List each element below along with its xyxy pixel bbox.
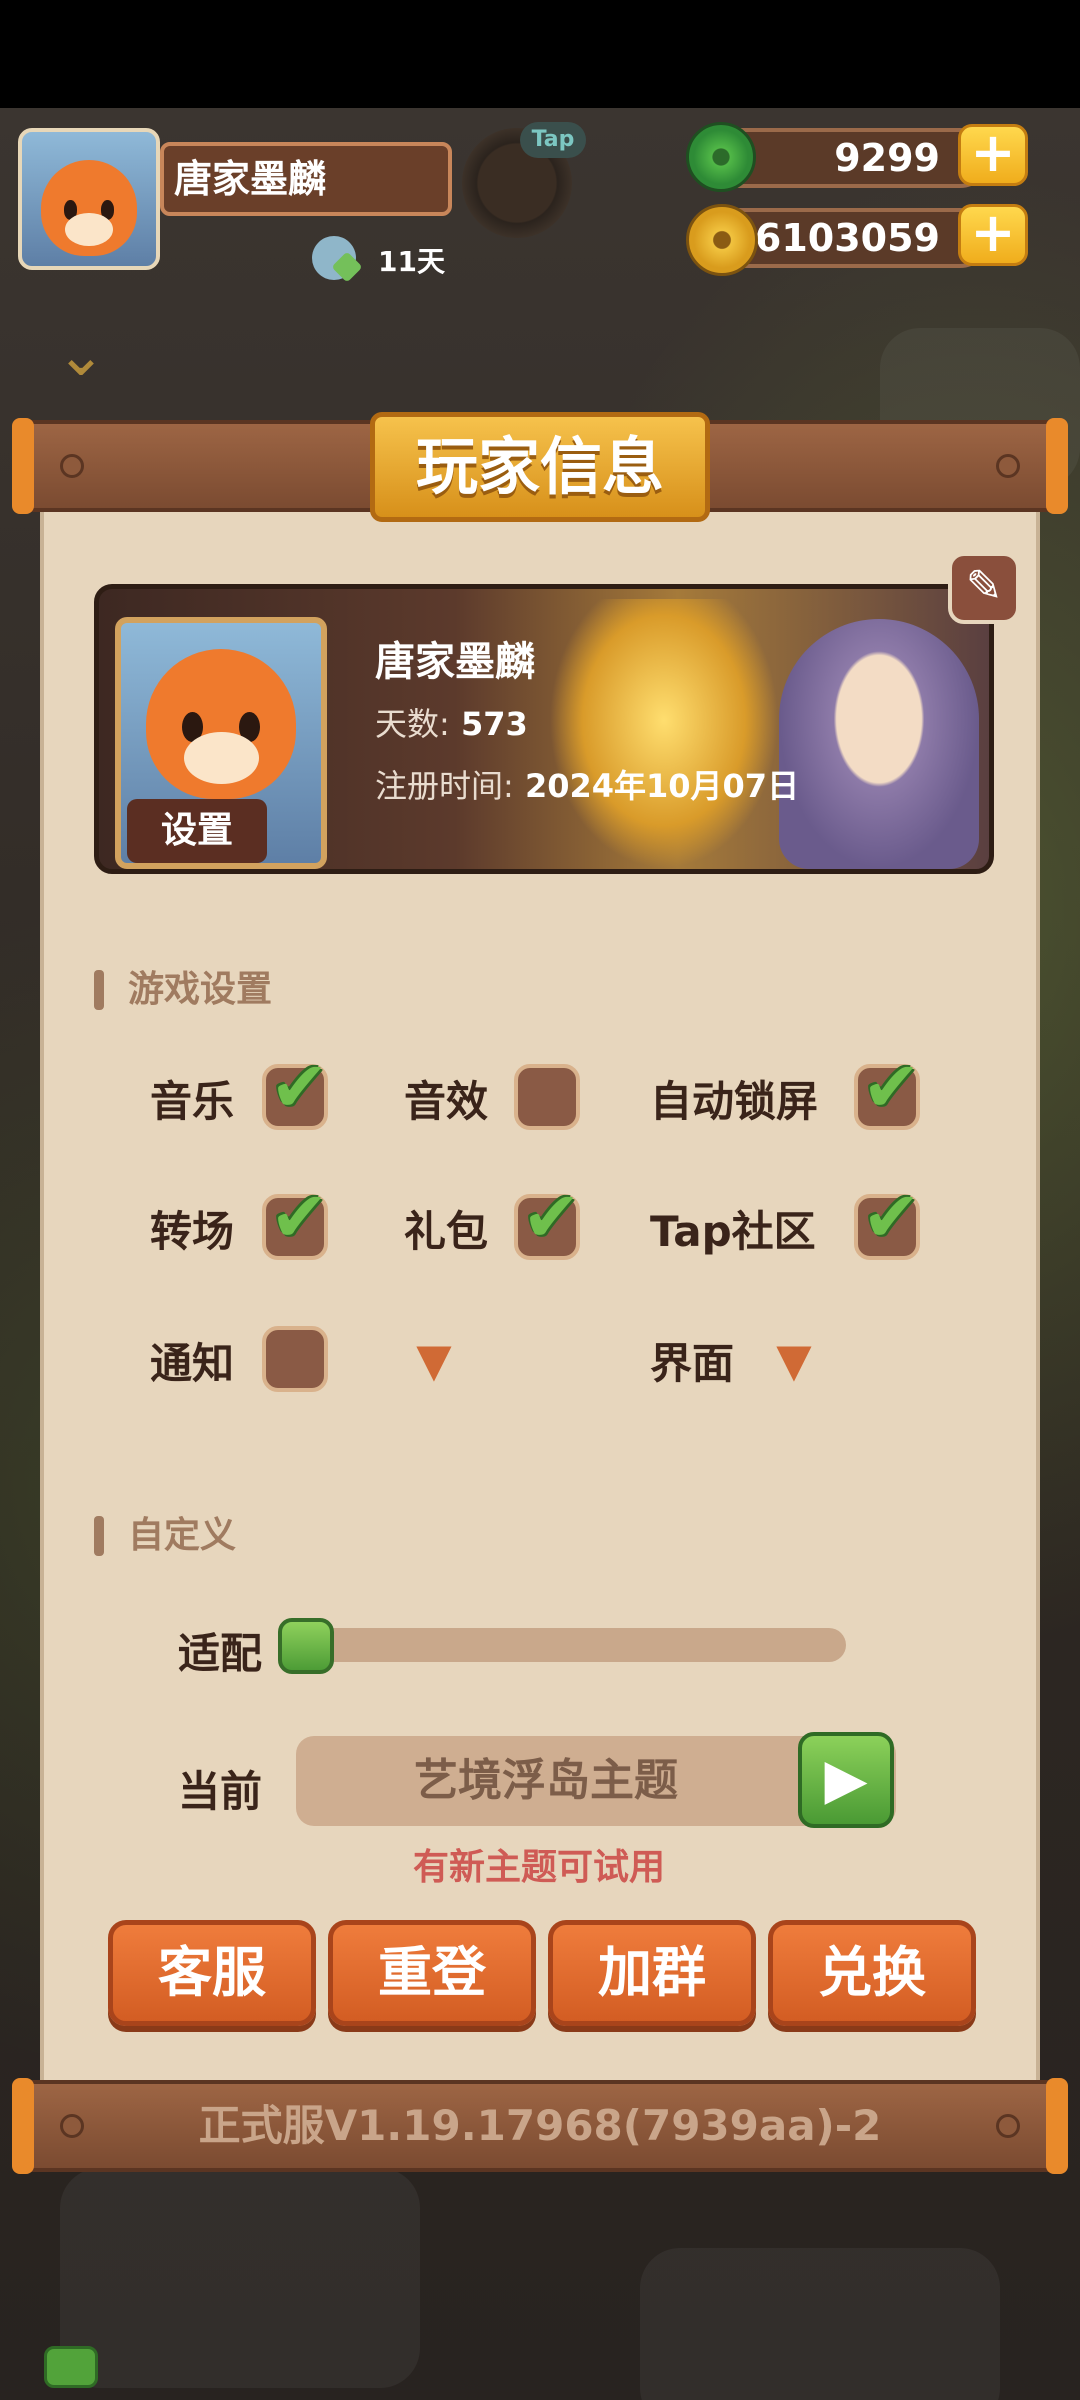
check-icon: ✔ — [862, 1176, 921, 1258]
edit-icon[interactable]: ✎ — [948, 552, 1020, 624]
status-bar — [0, 0, 1080, 108]
setting-music-label: 音乐 — [150, 1077, 235, 1126]
chevron-down-icon[interactable]: ▼ — [406, 1337, 462, 1383]
fit-label: 适配 — [178, 1629, 263, 1678]
customer-service-button[interactable]: 客服 — [108, 1920, 316, 2026]
player-avatar[interactable] — [18, 128, 160, 270]
card-background-art — [549, 599, 779, 869]
setting-transition-label: 转场 — [150, 1207, 235, 1256]
bg-decoration — [640, 2248, 1000, 2400]
section-game-settings: 游戏设置 — [94, 966, 272, 1014]
coin-amount: 76103059 — [728, 216, 940, 260]
music-checkbox[interactable]: ✔ — [262, 1052, 329, 1130]
profile-days: 天数: 573 — [375, 705, 528, 743]
autolock-checkbox[interactable]: ✔ — [854, 1052, 921, 1130]
avatar-settings-button[interactable]: 设置 — [127, 799, 267, 863]
profile-card: 设置 唐家墨麟 天数: 573 注册时间: 2024年10月07日 — [94, 584, 994, 874]
tap-badge: Tap — [520, 122, 586, 158]
check-icon: ✔ — [270, 1046, 329, 1128]
check-icon: ✔ — [270, 1176, 329, 1258]
jade-icon — [686, 122, 756, 192]
bg-decoration — [60, 2168, 420, 2388]
redeem-button[interactable]: 兑换 — [768, 1920, 976, 2026]
game-screen: 唐家墨麟 Tap 11天 9299 + 76103059 + ⌄ 玩家信息 设置… — [0, 0, 1080, 2400]
new-theme-hint: 有新主题可试用 — [412, 1847, 665, 1888]
gift-checkbox[interactable]: ✔ — [514, 1182, 581, 1260]
profile-register-date: 注册时间: 2024年10月07日 — [375, 767, 800, 805]
panel-title: 玩家信息 — [370, 412, 710, 522]
setting-notify-label: 通知 — [150, 1339, 235, 1388]
player-name-plate: 唐家墨麟 — [160, 142, 452, 216]
collapse-chevron-icon[interactable]: ⌄ — [44, 325, 118, 385]
coin-icon — [686, 204, 758, 276]
fit-slider-handle[interactable] — [278, 1618, 334, 1674]
tap-community-checkbox[interactable]: ✔ — [854, 1182, 921, 1260]
setting-ui-label: 界面 — [650, 1339, 735, 1388]
play-icon[interactable]: ▶ — [798, 1732, 894, 1828]
add-coin-button[interactable]: + — [958, 204, 1028, 266]
bottom-toggle-button[interactable] — [44, 2346, 98, 2388]
jade-amount: 9299 — [834, 136, 940, 180]
notify-checkbox[interactable] — [262, 1326, 328, 1392]
days-count: 11天 — [378, 245, 445, 278]
add-jade-button[interactable]: + — [958, 124, 1028, 186]
current-theme-label: 当前 — [178, 1767, 263, 1816]
check-icon: ✔ — [862, 1046, 921, 1128]
sound-checkbox[interactable] — [514, 1064, 580, 1130]
days-icon — [312, 236, 356, 280]
setting-tap-community-label: Tap社区 — [650, 1207, 816, 1256]
card-character-art — [779, 619, 979, 869]
fox-avatar-icon — [41, 160, 137, 256]
fox-avatar-icon — [146, 649, 296, 799]
check-icon: ✔ — [522, 1176, 581, 1258]
join-group-button[interactable]: 加群 — [548, 1920, 756, 2026]
version-label: 正式服V1.19.17968(7939aa)-2 — [198, 2101, 882, 2150]
setting-sound-label: 音效 — [404, 1077, 489, 1126]
fit-slider-track[interactable] — [290, 1628, 846, 1662]
setting-autolock-label: 自动锁屏 — [650, 1077, 819, 1126]
section-custom: 自定义 — [94, 1512, 236, 1560]
profile-name: 唐家墨麟 — [375, 639, 535, 685]
transition-checkbox[interactable]: ✔ — [262, 1182, 329, 1260]
current-theme-name: 艺境浮岛主题 — [414, 1755, 678, 1806]
relogin-button[interactable]: 重登 — [328, 1920, 536, 2026]
chevron-down-icon[interactable]: ▼ — [766, 1337, 822, 1383]
setting-gift-label: 礼包 — [404, 1207, 489, 1256]
